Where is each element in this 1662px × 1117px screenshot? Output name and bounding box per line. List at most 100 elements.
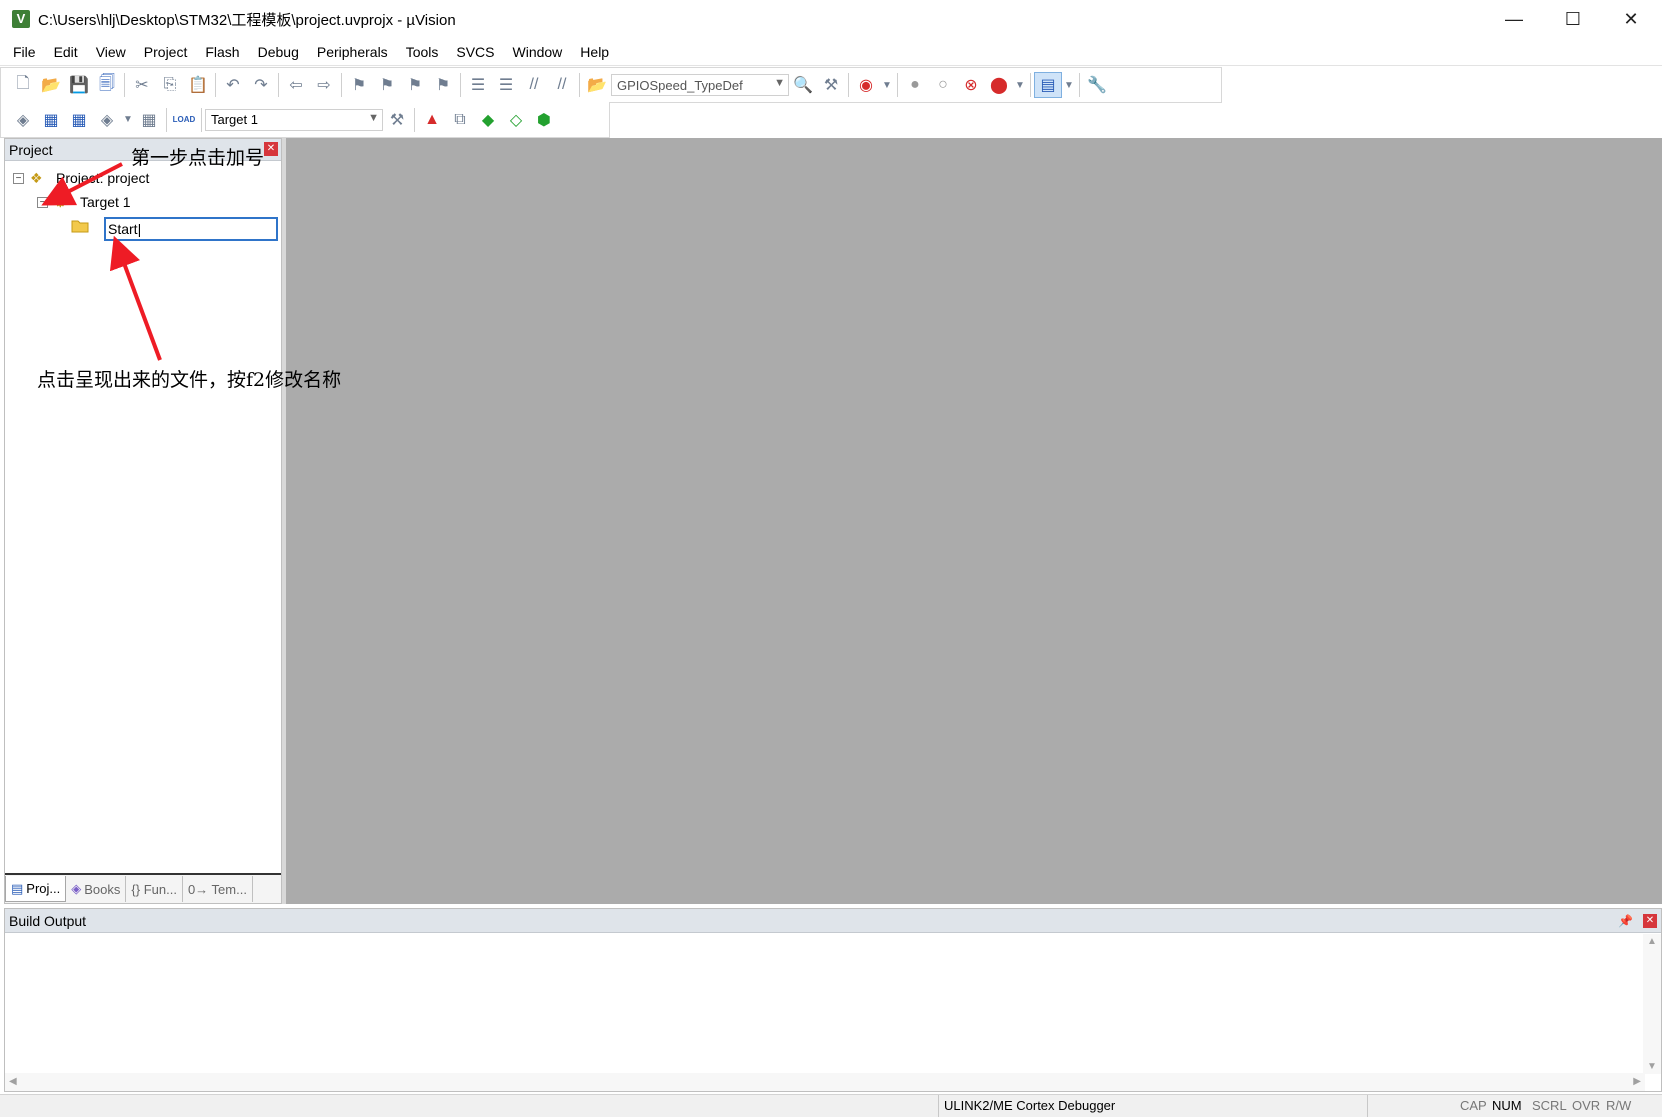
undo-icon[interactable]: ↶ xyxy=(219,72,247,98)
status-cap: CAP xyxy=(1460,1098,1487,1113)
scroll-up-icon[interactable]: ▲ xyxy=(1647,936,1657,947)
incremental-find-icon[interactable]: ⚒ xyxy=(817,72,845,98)
toolbar-separator xyxy=(341,73,342,97)
menu-view[interactable]: View xyxy=(87,44,135,60)
run-time-environment-icon[interactable]: ⬢ xyxy=(530,107,558,133)
debug-session-icon[interactable]: ◉ xyxy=(852,72,880,98)
bookmark-toggle-icon[interactable]: ⚑ xyxy=(345,72,373,98)
save-all-icon[interactable]: 🗐 xyxy=(93,72,121,98)
new-file-icon[interactable]: 🗋 xyxy=(9,72,37,98)
scroll-left-icon[interactable]: ◀ xyxy=(9,1076,17,1087)
menu-project[interactable]: Project xyxy=(135,44,197,60)
status-bar: ULINK2/ME Cortex Debugger CAP NUM SCRL O… xyxy=(0,1094,1662,1117)
indent-icon[interactable]: ☰ xyxy=(464,72,492,98)
configure-wrench-icon[interactable]: 🔧 xyxy=(1083,72,1111,98)
bookmark-clear-icon[interactable]: ⚑ xyxy=(429,72,457,98)
rebuild-icon[interactable]: ▦ xyxy=(65,107,93,133)
scroll-right-icon[interactable]: ▶ xyxy=(1633,1076,1641,1087)
group-rename-value: Start xyxy=(108,221,138,237)
batch-build-icon[interactable]: ◈ xyxy=(93,107,121,133)
select-packs-icon[interactable]: ◆ xyxy=(474,107,502,133)
scroll-down-icon[interactable]: ▼ xyxy=(1647,1061,1657,1072)
menu-debug[interactable]: Debug xyxy=(249,44,308,60)
tree-row-project-root[interactable]: − ❖ Project: project xyxy=(13,167,149,189)
horizontal-scrollbar[interactable]: ◀ ▶ xyxy=(5,1073,1645,1091)
breakpoint-enable-icon[interactable]: ○ xyxy=(929,72,957,98)
find-in-files-icon[interactable]: 📂 xyxy=(583,72,611,98)
translate-icon[interactable]: ◈ xyxy=(9,107,37,133)
menu-edit[interactable]: Edit xyxy=(45,44,87,60)
manage-components-icon[interactable]: ⧉ xyxy=(446,107,474,133)
vertical-scrollbar[interactable]: ▲ ▼ xyxy=(1643,934,1661,1074)
tree-row-group[interactable] xyxy=(71,216,97,238)
menu-file[interactable]: File xyxy=(4,44,45,60)
toolbar-separator xyxy=(166,107,167,132)
batch-build-dropdown-icon[interactable]: ▼ xyxy=(121,107,135,133)
copy-icon[interactable]: ⎘ xyxy=(156,72,184,98)
menu-peripherals[interactable]: Peripherals xyxy=(308,44,397,60)
bookmark-next-icon[interactable]: ⚑ xyxy=(401,72,429,98)
project-panel-close-icon[interactable]: ✕ xyxy=(264,142,278,156)
window-layout-dropdown-icon[interactable]: ▼ xyxy=(1062,72,1076,98)
breakpoint-dropdown-icon[interactable]: ▼ xyxy=(1013,72,1027,98)
group-rename-input[interactable]: Start| xyxy=(104,217,278,241)
target-options-icon[interactable]: ⚒ xyxy=(383,107,411,133)
maximize-button[interactable]: ☐ xyxy=(1545,0,1601,38)
tree-row-target[interactable]: − ⚙ Target 1 xyxy=(37,191,131,213)
file-extensions-icon[interactable]: ▲ xyxy=(418,107,446,133)
file-toolbar: 🗋 📂 💾 🗐 ✂ ⎘ 📋 ↶ ↷ ⇦ ⇨ ⚑ ⚑ ⚑ ⚑ ☰ ☰ // // … xyxy=(0,67,1222,103)
project-tab-icon: ▤ xyxy=(11,880,24,896)
tree-label-project: Project: project xyxy=(56,170,150,186)
tab-project[interactable]: ▤ Proj... xyxy=(5,876,67,902)
collapse-icon[interactable]: − xyxy=(13,172,24,184)
build-output-header: Build Output 📌 ✕ xyxy=(5,909,1661,933)
open-file-icon[interactable]: 📂 xyxy=(37,72,65,98)
toolbar-separator xyxy=(278,73,279,97)
tab-functions[interactable]: {} Fun... xyxy=(126,876,183,902)
window-layout-icon[interactable]: ▤ xyxy=(1034,72,1062,98)
toolbar-separator xyxy=(579,73,580,97)
build-output-close-icon[interactable]: ✕ xyxy=(1643,914,1657,928)
close-button[interactable]: ✕ xyxy=(1603,0,1659,38)
editor-area xyxy=(286,138,1662,904)
find-icon[interactable]: 🔍 xyxy=(789,72,817,98)
tab-functions-label: {} Fun... xyxy=(131,881,177,897)
debug-dropdown-icon[interactable]: ▼ xyxy=(880,72,894,98)
comment-icon[interactable]: // xyxy=(520,72,548,98)
stop-build-icon[interactable]: ▦ xyxy=(135,107,163,133)
menu-window[interactable]: Window xyxy=(504,44,572,60)
find-combo[interactable]: GPIOSpeed_TypeDef ▼ xyxy=(611,74,789,96)
navigate-forward-icon[interactable]: ⇨ xyxy=(310,72,338,98)
navigate-back-icon[interactable]: ⇦ xyxy=(282,72,310,98)
menu-flash[interactable]: Flash xyxy=(196,44,248,60)
status-debugger: ULINK2/ME Cortex Debugger xyxy=(944,1098,1116,1113)
uncomment-icon[interactable]: // xyxy=(548,72,576,98)
download-load-icon[interactable]: LOAD xyxy=(170,107,198,133)
target-combo[interactable]: Target 1 ▼ xyxy=(205,108,383,131)
pack-installer-icon[interactable]: ◇ xyxy=(502,107,530,133)
target-combo-value: Target 1 xyxy=(211,112,258,127)
redo-icon[interactable]: ↷ xyxy=(247,72,275,98)
tree-label-target: Target 1 xyxy=(80,194,131,210)
chevron-down-icon: ▼ xyxy=(368,111,379,124)
project-icon: ❖ xyxy=(30,170,43,186)
collapse-icon[interactable]: − xyxy=(37,196,48,208)
breakpoint-disable-all-icon[interactable]: ⊗ xyxy=(957,72,985,98)
tab-books[interactable]: ◈ Books xyxy=(66,876,127,902)
tab-templates[interactable]: 0→ Tem... xyxy=(183,876,253,902)
save-icon[interactable]: 💾 xyxy=(65,72,93,98)
unindent-icon[interactable]: ☰ xyxy=(492,72,520,98)
menu-help[interactable]: Help xyxy=(571,44,618,60)
paste-icon[interactable]: 📋 xyxy=(184,72,212,98)
tab-templates-label: 0→ Tem... xyxy=(187,881,247,897)
pin-icon[interactable]: 📌 xyxy=(1618,909,1633,933)
menu-svcs[interactable]: SVCS xyxy=(447,44,503,60)
breakpoint-insert-icon[interactable]: ● xyxy=(901,72,929,98)
status-scrl: SCRL xyxy=(1532,1098,1567,1113)
menu-tools[interactable]: Tools xyxy=(397,44,448,60)
breakpoint-kill-all-icon[interactable]: ⬤ xyxy=(985,72,1013,98)
build-icon[interactable]: ▦ xyxy=(37,107,65,133)
cut-icon[interactable]: ✂ xyxy=(128,72,156,98)
bookmark-previous-icon[interactable]: ⚑ xyxy=(373,72,401,98)
minimize-button[interactable]: — xyxy=(1486,0,1542,38)
